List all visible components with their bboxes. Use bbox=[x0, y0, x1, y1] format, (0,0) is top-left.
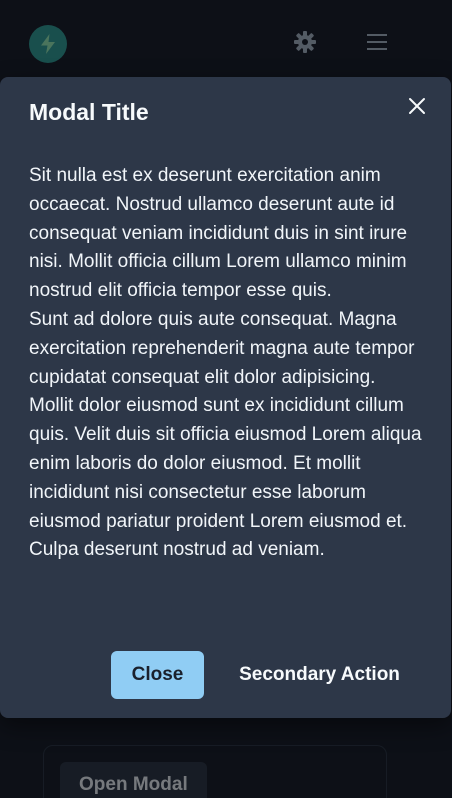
close-button[interactable]: Close bbox=[111, 651, 204, 699]
secondary-action-button[interactable]: Secondary Action bbox=[222, 651, 417, 699]
close-icon[interactable] bbox=[405, 94, 429, 118]
modal-title: Modal Title bbox=[29, 99, 149, 125]
modal-body-paragraph: Sunt ad dolore quis aute consequat. Magn… bbox=[29, 308, 422, 561]
modal-body: Sit nulla est ex deserunt exercitation a… bbox=[29, 162, 425, 565]
page: Open Modal Modal Title Sit nulla est ex … bbox=[0, 0, 452, 798]
modal-body-paragraph: Sit nulla est ex deserunt exercitation a… bbox=[29, 165, 408, 302]
